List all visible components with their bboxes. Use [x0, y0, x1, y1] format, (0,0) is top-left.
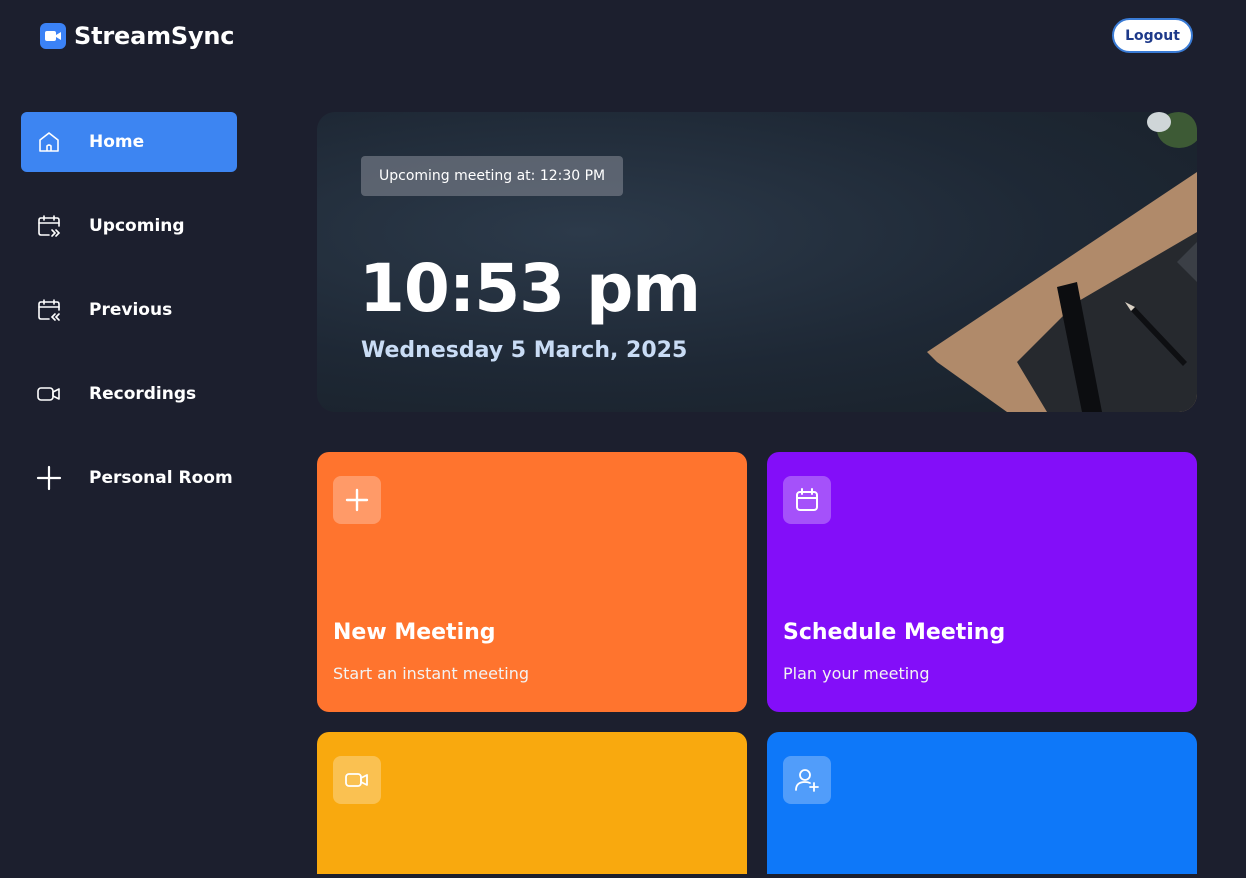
plus-icon: [36, 465, 62, 491]
app-root: StreamSync Logout Home Upcoming Previous…: [0, 0, 1246, 878]
card-title: New Meeting: [333, 620, 496, 645]
video-icon: [36, 381, 62, 407]
hero-banner: Upcoming meeting at: 12:30 PM 10:53 pm W…: [317, 112, 1197, 412]
sidebar-item-previous[interactable]: Previous: [21, 280, 237, 340]
home-icon: [36, 129, 62, 155]
card-subtitle: Start an instant meeting: [333, 664, 529, 683]
join-meeting-card[interactable]: [767, 732, 1197, 874]
sidebar: Home Upcoming Previous Recordings Person…: [21, 112, 237, 532]
logout-button[interactable]: Logout: [1112, 18, 1193, 53]
sidebar-item-label: Recordings: [89, 384, 197, 404]
video-camera-icon: [40, 23, 66, 49]
video-icon: [333, 756, 381, 804]
upcoming-meeting-badge: Upcoming meeting at: 12:30 PM: [361, 156, 624, 196]
current-time: 10:53 pm: [359, 250, 701, 327]
sidebar-item-label: Personal Room: [89, 468, 233, 488]
brand[interactable]: StreamSync: [40, 22, 235, 50]
calendar-back-icon: [36, 297, 62, 323]
view-recordings-card[interactable]: [317, 732, 747, 874]
sidebar-item-personal-room[interactable]: Personal Room: [21, 448, 237, 508]
brand-name: StreamSync: [74, 22, 235, 50]
sidebar-item-upcoming[interactable]: Upcoming: [21, 196, 237, 256]
desk-notebook-image: [927, 112, 1197, 412]
schedule-meeting-card[interactable]: Schedule Meeting Plan your meeting: [767, 452, 1197, 712]
current-date: Wednesday 5 March, 2025: [361, 338, 688, 363]
card-subtitle: Plan your meeting: [783, 664, 930, 683]
sidebar-item-label: Upcoming: [89, 216, 185, 236]
card-title: Schedule Meeting: [783, 620, 1006, 645]
add-user-icon: [783, 756, 831, 804]
new-meeting-card[interactable]: New Meeting Start an instant meeting: [317, 452, 747, 712]
calendar-icon: [783, 476, 831, 524]
sidebar-item-label: Home: [89, 132, 145, 152]
sidebar-item-label: Previous: [89, 300, 173, 320]
sidebar-item-recordings[interactable]: Recordings: [21, 364, 237, 424]
calendar-forward-icon: [36, 213, 62, 239]
sidebar-item-home[interactable]: Home: [21, 112, 237, 172]
plus-icon: [333, 476, 381, 524]
